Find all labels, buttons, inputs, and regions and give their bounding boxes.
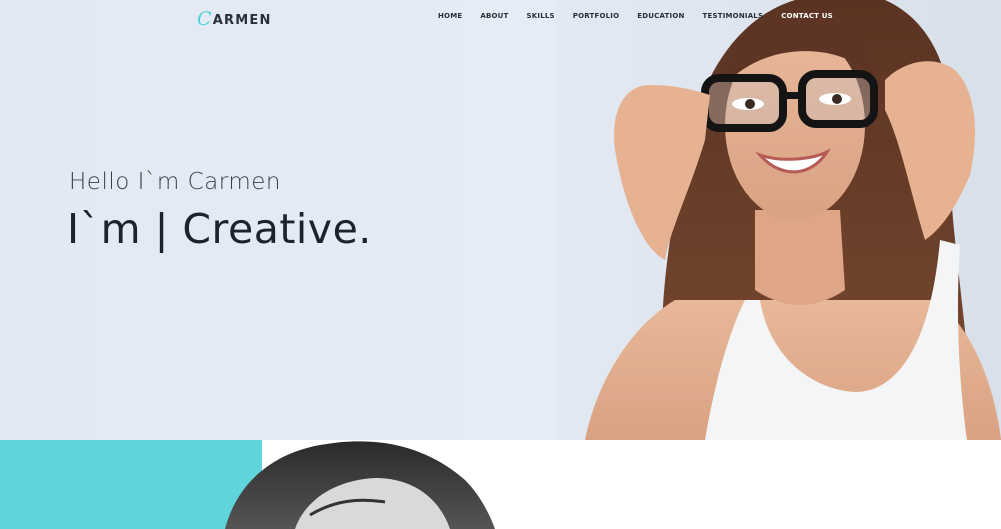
nav-about[interactable]: ABOUT xyxy=(480,12,508,24)
nav-portfolio[interactable]: PORTFOLIO xyxy=(573,12,619,24)
hero-greeting: Hello I`m Carmen xyxy=(69,169,281,195)
nav-contact-us[interactable]: CONTACT US xyxy=(781,12,833,24)
logo-text: ARMEN xyxy=(212,13,272,28)
hero-headline: I`m | Creative. xyxy=(67,205,372,253)
main-nav: HOME ABOUT SKILLS PORTFOLIO EDUCATION TE… xyxy=(438,12,851,24)
logo-mark: C xyxy=(197,8,213,30)
nav-home[interactable]: HOME xyxy=(438,12,462,24)
brand-logo[interactable]: C ARMEN xyxy=(197,9,272,29)
about-portrait-photo xyxy=(225,441,495,529)
nav-testimonials[interactable]: TESTIMONIALS xyxy=(703,12,764,24)
hero-portrait-photo xyxy=(555,0,1001,440)
about-accent-block xyxy=(0,440,262,529)
nav-skills[interactable]: SKILLS xyxy=(527,12,555,24)
hero-section: C ARMEN HOME ABOUT SKILLS PORTFOLIO EDUC… xyxy=(0,0,1001,440)
nav-education[interactable]: EDUCATION xyxy=(637,12,684,24)
